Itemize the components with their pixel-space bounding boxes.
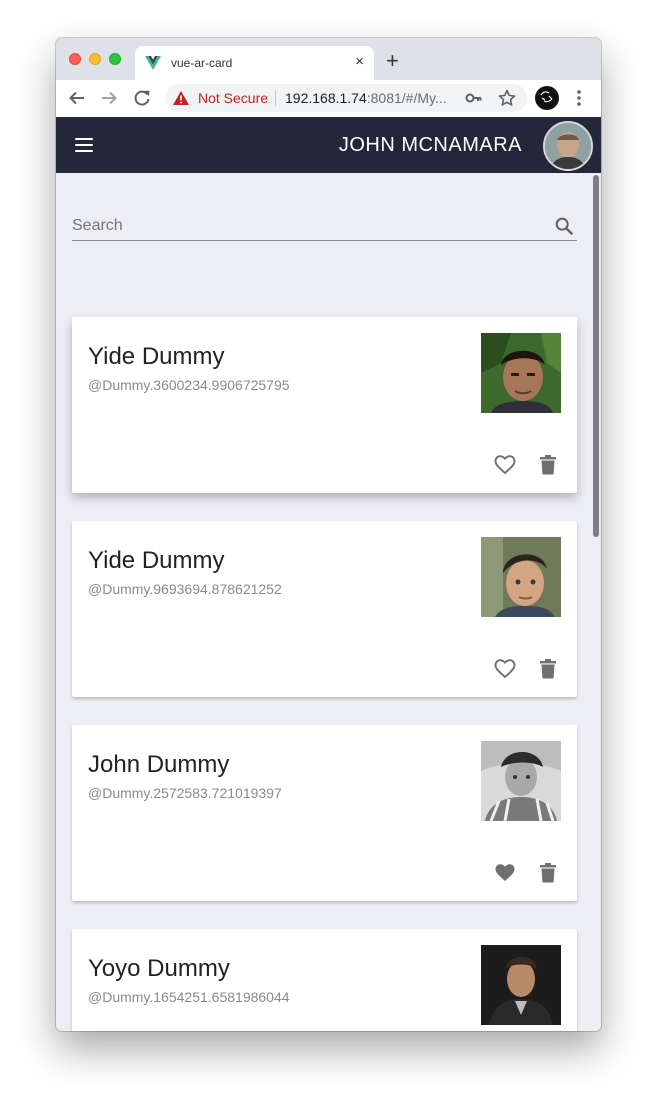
more-vert-icon[interactable] — [575, 88, 583, 108]
card-name: Yide Dummy — [88, 547, 225, 574]
warning-icon — [173, 91, 189, 105]
favorite-outline-icon[interactable] — [494, 658, 516, 680]
delete-icon[interactable] — [539, 658, 557, 680]
favorite-outline-icon[interactable] — [494, 454, 516, 476]
profile-icon[interactable] — [535, 86, 559, 110]
delete-icon[interactable] — [539, 862, 557, 884]
key-icon[interactable] — [465, 90, 483, 106]
maximize-window-button[interactable] — [109, 53, 121, 65]
card-name: Yoyo Dummy — [88, 955, 230, 982]
url-host: 192.168.1.74 — [285, 90, 367, 106]
card-handle: @Dummy.9693694.878621252 — [88, 581, 282, 597]
tab-title: vue-ar-card — [171, 56, 233, 70]
hamburger-menu-icon[interactable] — [75, 138, 95, 152]
browser-tab[interactable]: vue-ar-card × — [135, 46, 374, 80]
card-handle: @Dummy.2572583.721019397 — [88, 785, 282, 801]
avatar[interactable] — [543, 121, 593, 171]
card-photo — [481, 333, 561, 413]
search-bar — [72, 213, 577, 241]
user-card[interactable]: John Dummy @Dummy.2572583.721019397 — [72, 725, 577, 901]
card-handle: @Dummy.1654251.6581986044 — [88, 989, 290, 1005]
card-name: Yide Dummy — [88, 343, 225, 370]
close-window-button[interactable] — [69, 53, 81, 65]
card-photo — [481, 945, 561, 1025]
user-card[interactable]: Yide Dummy @Dummy.9693694.878621252 — [72, 521, 577, 697]
scrollbar[interactable] — [592, 173, 601, 1031]
user-name: JOHN MCNAMARA — [338, 134, 522, 156]
search-icon[interactable] — [553, 215, 575, 237]
card-photo — [481, 741, 561, 821]
address-separator — [275, 90, 276, 106]
address-bar[interactable]: Not Secure 192.168.1.74:8081/#/My... — [165, 84, 527, 112]
browser-window: vue-ar-card × + Not Secure 192.168.1.74:… — [56, 38, 601, 1031]
url-path: :8081/#/My... — [366, 90, 447, 106]
title-bar: vue-ar-card × + — [56, 38, 601, 80]
star-icon[interactable] — [498, 89, 516, 107]
vue-logo-icon — [145, 56, 161, 70]
tab-close-icon[interactable]: × — [355, 53, 364, 71]
delete-icon[interactable] — [539, 454, 557, 476]
security-status[interactable]: Not Secure — [198, 90, 268, 106]
new-tab-button[interactable]: + — [386, 50, 399, 72]
reload-icon[interactable] — [132, 88, 152, 108]
scrollbar-thumb[interactable] — [593, 175, 599, 537]
search-input[interactable] — [72, 215, 542, 237]
user-card[interactable]: Yoyo Dummy @Dummy.1654251.6581986044 — [72, 929, 577, 1031]
main-content: Yide Dummy @Dummy.3600234.9906725795 — [56, 173, 601, 1031]
back-arrow-icon[interactable] — [67, 88, 87, 108]
profile-badge-icon — [536, 87, 558, 109]
card-photo — [481, 537, 561, 617]
browser-toolbar: Not Secure 192.168.1.74:8081/#/My... — [56, 80, 601, 118]
card-handle: @Dummy.3600234.9906725795 — [88, 377, 290, 393]
url-text: 192.168.1.74:8081/#/My... — [285, 90, 447, 106]
app-bar: JOHN MCNAMARA — [56, 117, 601, 173]
user-card[interactable]: Yide Dummy @Dummy.3600234.9906725795 — [72, 317, 577, 493]
forward-arrow-icon[interactable] — [99, 88, 119, 108]
minimize-window-button[interactable] — [89, 53, 101, 65]
favorite-filled-icon[interactable] — [494, 862, 516, 884]
card-name: John Dummy — [88, 751, 230, 778]
